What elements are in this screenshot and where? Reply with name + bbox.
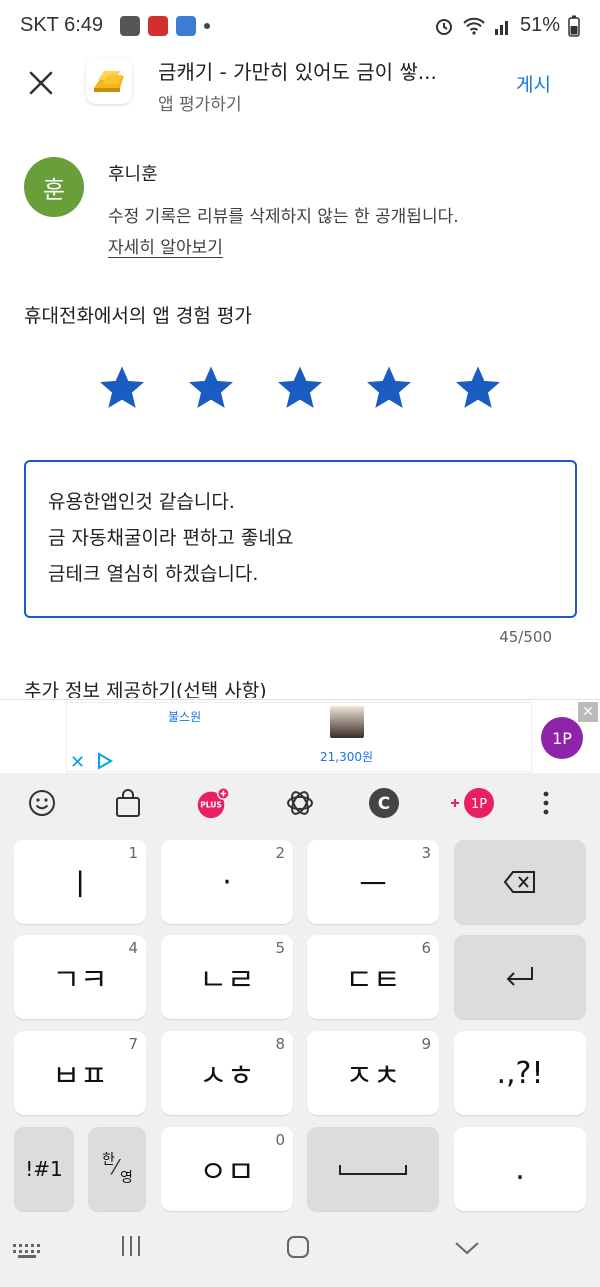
ad-price[interactable]: 21,300원 bbox=[320, 748, 373, 765]
post-button[interactable]: 게시 bbox=[516, 70, 551, 97]
keyboard-toolbar: PLUS C 1P bbox=[0, 773, 600, 831]
c-app-button[interactable]: C bbox=[366, 785, 402, 821]
ad-close-icon[interactable]: ✕ bbox=[578, 702, 598, 722]
openai-icon bbox=[287, 791, 313, 815]
review-text-line: 유용한앱인것 같습니다. bbox=[48, 491, 235, 513]
status-right: 51% bbox=[434, 14, 580, 37]
status-time: SKT 6:49 bbox=[20, 14, 104, 36]
keyboard-hide-icon[interactable] bbox=[12, 1243, 42, 1259]
symbols-key[interactable]: !#1 bbox=[14, 1127, 74, 1211]
more-vertical-icon bbox=[543, 791, 549, 815]
system-nav-bar bbox=[0, 1213, 600, 1287]
ad-banner[interactable]: 불스원 21,300원 ✕ ✕ 1P bbox=[0, 699, 600, 773]
extra-info-section[interactable]: 추가 정보 제공하기(선택 사항) bbox=[24, 676, 267, 698]
keyboard: PLUS C 1P ㅣ1 · 2 ㅡ3 ㄱㅋ 4 ㄴㄹ 5 ㄷㅌ 6 ㅂㅍ 7 ㅅㅎ 8 ㅈ… bbox=[0, 773, 600, 1287]
backspace-icon bbox=[504, 871, 535, 893]
more-notifications-icon bbox=[204, 23, 210, 29]
review-text-line: 금테크 열심히 하겠습니다. bbox=[48, 563, 259, 585]
star-3-icon[interactable] bbox=[278, 366, 322, 410]
gold-bars-icon bbox=[94, 71, 124, 92]
alarm-icon bbox=[435, 18, 452, 35]
lang-toggle-english: 영 bbox=[120, 1170, 133, 1186]
ad-product-image[interactable] bbox=[330, 706, 364, 738]
lang-toggle-slash: ⁄ bbox=[114, 1155, 118, 1179]
emoji-icon bbox=[29, 790, 55, 816]
ad-brand[interactable]: 불스원 bbox=[168, 708, 201, 725]
star-rating bbox=[100, 366, 500, 414]
language-toggle-key[interactable]: 한 ⁄ 영 bbox=[88, 1127, 146, 1211]
shopping-button[interactable] bbox=[110, 785, 146, 821]
notification-icons bbox=[120, 16, 210, 36]
key-punctuation[interactable]: .,?! bbox=[454, 1031, 586, 1115]
key-dot[interactable]: · 2 bbox=[161, 840, 293, 924]
battery-icon bbox=[568, 15, 580, 37]
star-2-icon[interactable] bbox=[189, 366, 233, 410]
user-name: 후니훈 bbox=[108, 164, 158, 185]
key-j-ch[interactable]: ㅈㅊ 9 bbox=[307, 1031, 439, 1115]
key-b-p[interactable]: ㅂㅍ 7 bbox=[14, 1031, 146, 1115]
close-icon bbox=[29, 71, 53, 95]
app-notification-icon bbox=[176, 16, 196, 36]
gallery-icon bbox=[120, 16, 140, 36]
app-icon bbox=[86, 58, 132, 104]
wifi-icon bbox=[463, 17, 485, 35]
svg-text:1P: 1P bbox=[471, 797, 487, 812]
ad-dismiss-icon[interactable]: ✕ bbox=[70, 752, 85, 773]
star-5-icon[interactable] bbox=[456, 366, 500, 410]
star-4-icon[interactable] bbox=[367, 366, 411, 410]
svg-text:C: C bbox=[378, 794, 390, 814]
key-s-h[interactable]: ㅅㅎ 8 bbox=[161, 1031, 293, 1115]
key-o-m[interactable]: ㅇㅁ 0 bbox=[161, 1127, 293, 1211]
adchoices-icon[interactable] bbox=[96, 752, 114, 770]
more-options-button[interactable] bbox=[528, 785, 564, 821]
review-input[interactable]: 유용한앱인것 같습니다. 금 자동채굴이라 편하고 좋네요금테크 열심히 하겠습니… bbox=[24, 460, 577, 618]
points-badge[interactable]: 1P bbox=[541, 717, 583, 759]
back-chevron-icon[interactable] bbox=[454, 1241, 480, 1255]
avatar: 훈 bbox=[24, 157, 84, 217]
plus-badge-icon: PLUS bbox=[197, 787, 230, 819]
learn-more-link[interactable]: 자세히 알아보기 bbox=[108, 233, 223, 258]
recent-apps-icon[interactable] bbox=[120, 1235, 142, 1257]
key-vowel-eu[interactable]: ㅡ3 bbox=[307, 840, 439, 924]
news-app-icon bbox=[148, 16, 168, 36]
lang-toggle-korean: 한 bbox=[102, 1152, 115, 1168]
public-notice: 수정 기록은 리뷰를 삭제하지 않는 한 공개됩니다. bbox=[108, 207, 459, 227]
review-text-line: 금 자동채굴이라 편하고 좋네요 bbox=[48, 527, 294, 549]
home-icon[interactable] bbox=[286, 1235, 310, 1259]
close-button[interactable] bbox=[22, 64, 62, 104]
ai-assistant-button[interactable] bbox=[282, 785, 318, 821]
char-count: 45/500 bbox=[499, 628, 552, 646]
key-d-t[interactable]: ㄷㅌ 6 bbox=[307, 935, 439, 1019]
space-icon bbox=[339, 1165, 407, 1175]
star-1-icon[interactable] bbox=[100, 366, 144, 410]
points-icon: 1P bbox=[451, 788, 494, 818]
review-header: 금캐기 - 가만히 있어도 금이 쌓... 앱 평가하기 게시 bbox=[0, 54, 600, 118]
ad-content[interactable] bbox=[66, 702, 532, 772]
period-key[interactable]: . bbox=[454, 1127, 586, 1211]
enter-key[interactable] bbox=[454, 935, 586, 1019]
points-toolbar-button[interactable]: 1P bbox=[448, 785, 496, 821]
page-subtitle: 앱 평가하기 bbox=[158, 95, 242, 115]
c-circle-icon: C bbox=[369, 788, 399, 818]
status-bar: SKT 6:49 51% bbox=[0, 0, 600, 54]
key-g-k[interactable]: ㄱㅋ 4 bbox=[14, 935, 146, 1019]
svg-text:PLUS: PLUS bbox=[200, 801, 222, 810]
key-n-r[interactable]: ㄴㄹ 5 bbox=[161, 935, 293, 1019]
rating-label: 휴대전화에서의 앱 경험 평가 bbox=[24, 305, 252, 327]
app-title: 금캐기 - 가만히 있어도 금이 쌓... bbox=[158, 60, 437, 84]
backspace-key[interactable] bbox=[454, 840, 586, 924]
space-key[interactable] bbox=[307, 1127, 439, 1211]
battery-percent: 51% bbox=[519, 14, 560, 36]
signal-icon bbox=[494, 20, 508, 35]
shopping-bag-icon bbox=[116, 789, 140, 817]
enter-icon bbox=[506, 967, 533, 986]
plus-button[interactable]: PLUS bbox=[194, 785, 230, 821]
key-vowel-i[interactable]: ㅣ1 bbox=[14, 840, 146, 924]
emoji-button[interactable] bbox=[24, 785, 60, 821]
